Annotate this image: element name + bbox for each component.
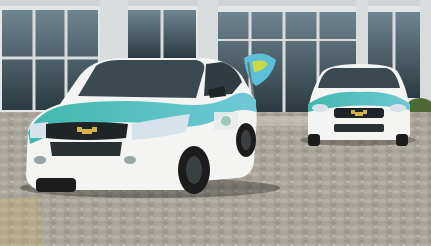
photo-scene	[0, 0, 431, 246]
photo	[0, 0, 431, 246]
tire-rear	[236, 123, 256, 157]
tire-front	[178, 146, 210, 194]
